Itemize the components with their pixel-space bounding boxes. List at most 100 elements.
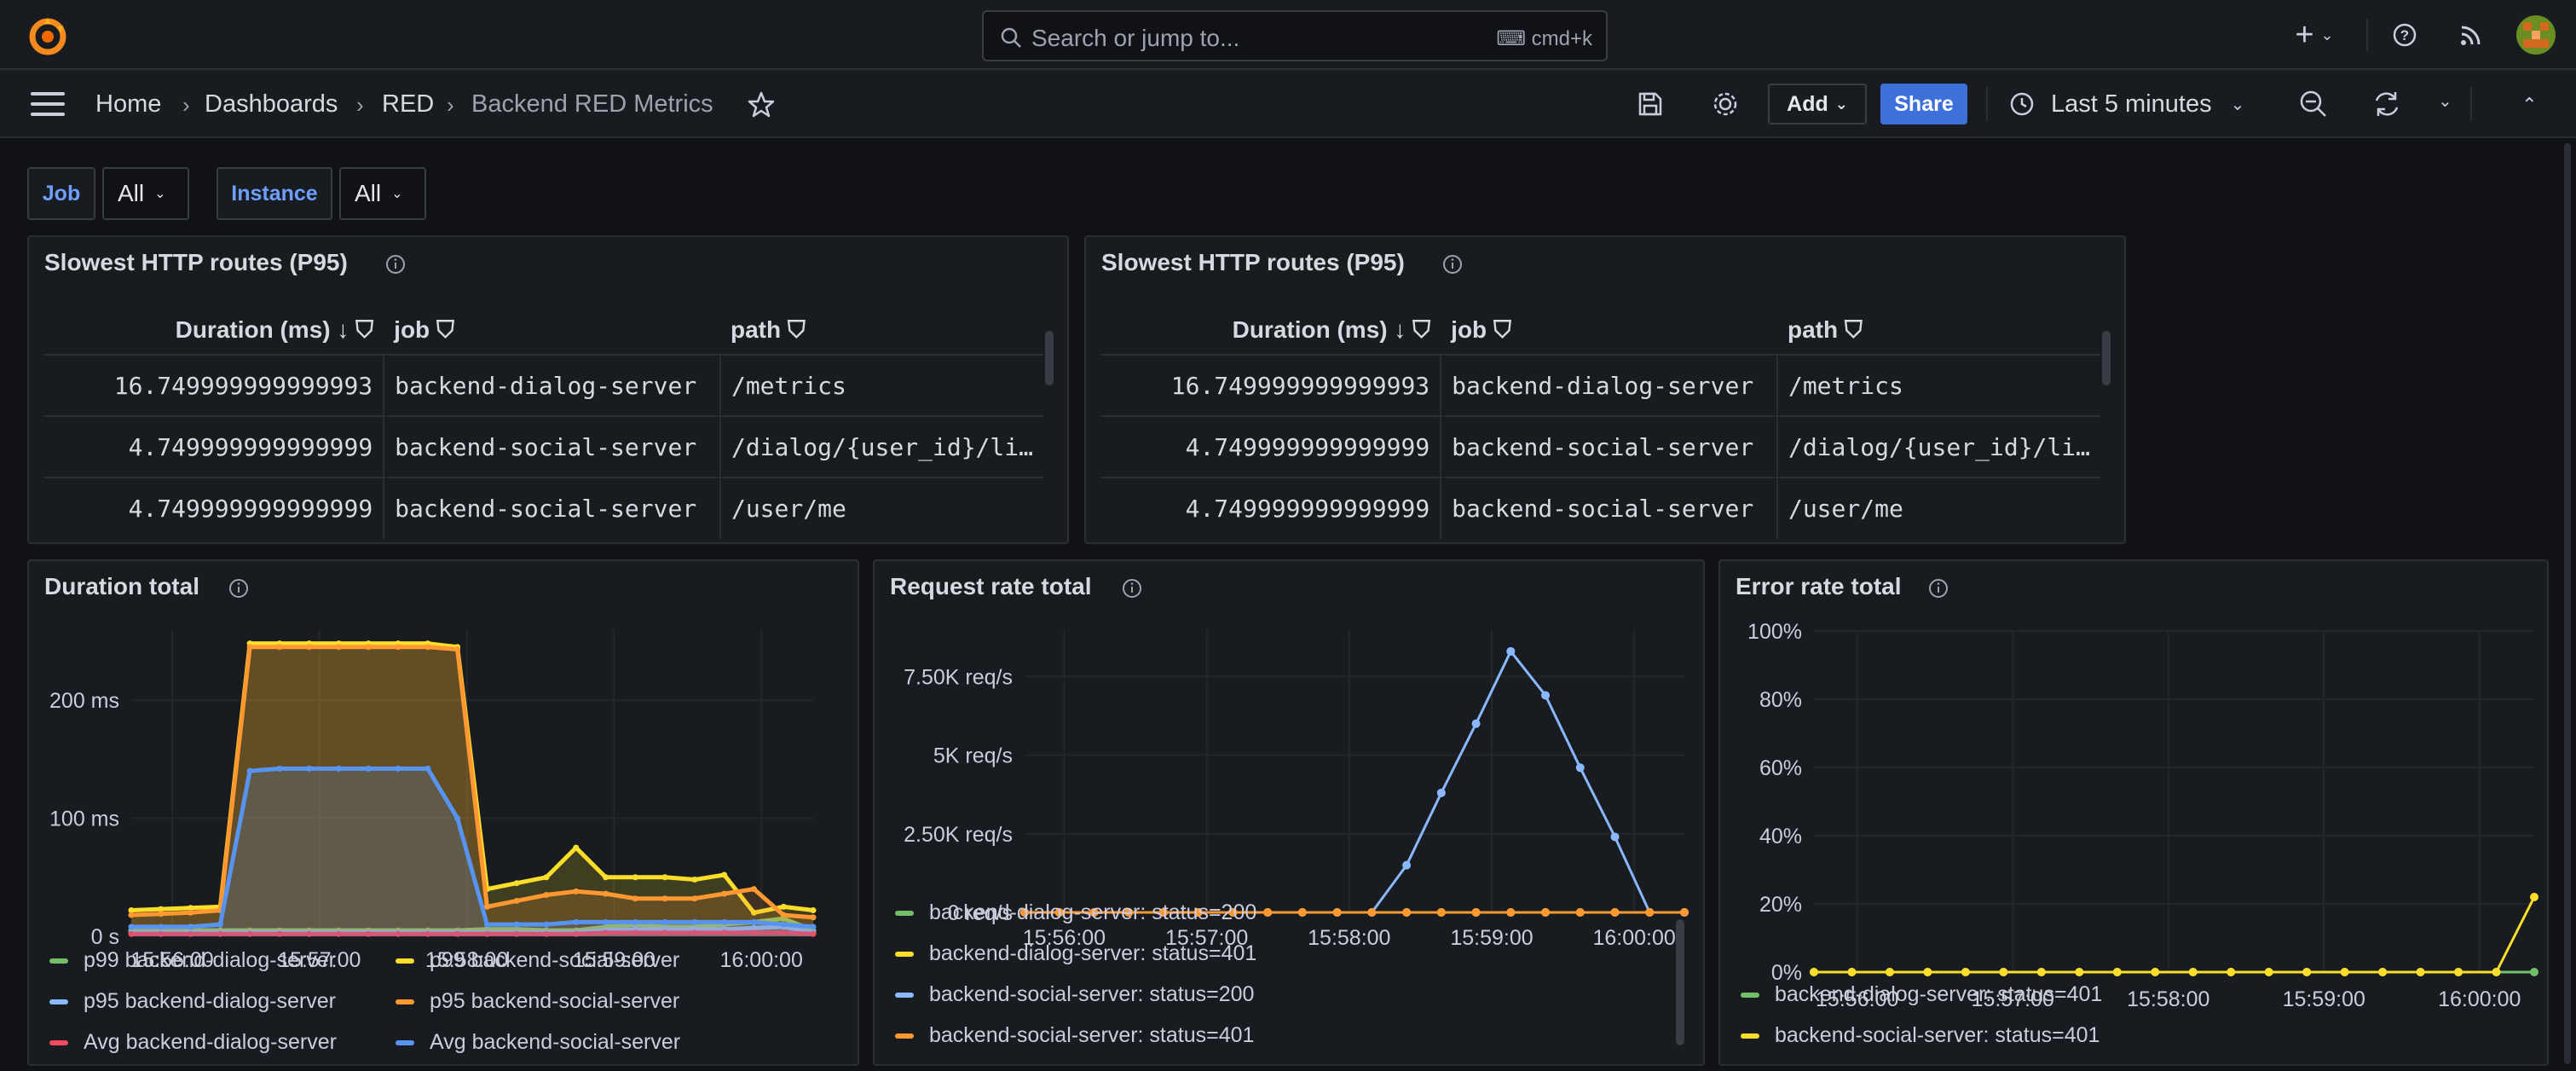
data-point — [2188, 968, 2198, 976]
legend-item[interactable]: p95 backend-social-server — [396, 989, 679, 1014]
filter-icon[interactable]: ⛉ — [1412, 316, 1430, 343]
time-range-picker[interactable]: Last 5 minutes ⌄ — [2008, 84, 2271, 124]
data-point — [1402, 860, 1412, 870]
rss-icon[interactable] — [2458, 24, 2482, 48]
panel-slowest-routes: Slowest HTTP routes (P95) Duration (ms) … — [1084, 235, 2126, 544]
panel-title: Duration total — [44, 573, 199, 599]
menu-icon[interactable] — [31, 90, 65, 118]
column-header-job[interactable]: job ⛉ — [384, 307, 720, 356]
legend-item[interactable]: backend-dialog-server: status=401 — [895, 941, 1256, 966]
breadcrumb-dashboards[interactable]: Dashboards — [205, 90, 338, 119]
info-icon[interactable] — [1122, 578, 1142, 599]
data-point — [1961, 968, 1970, 976]
legend-item[interactable]: backend-dialog-server: status=200 — [895, 900, 1256, 925]
data-point — [276, 765, 283, 772]
data-point — [454, 815, 461, 822]
error-rate-chart[interactable]: 0%20%40%60%80%100%15:56:00 15:57:00 15:58:… — [1720, 612, 2547, 1022]
panel-title: Slowest HTTP routes (P95) — [44, 249, 348, 275]
legend-item[interactable]: p95 backend-dialog-server — [49, 989, 336, 1014]
legend-item[interactable]: Avg backend-dialog-server — [49, 1030, 337, 1055]
table-cell: 4.749999999999999 — [1100, 478, 1442, 539]
data-point — [2112, 968, 2122, 976]
data-point — [543, 921, 550, 928]
table-cell: /user/me — [1788, 495, 1903, 523]
info-icon[interactable] — [385, 254, 406, 275]
variable-select-job[interactable]: All ⌄ — [102, 167, 189, 220]
table-cell: 4.749999999999999 — [1100, 416, 1442, 478]
data-point — [1471, 908, 1481, 917]
filter-icon[interactable]: ⛉ — [788, 316, 806, 343]
legend-label: p95 backend-dialog-server — [84, 989, 337, 1013]
data-point — [573, 888, 580, 894]
y-tick-label: 100% — [1747, 620, 1802, 644]
column-header-duration[interactable]: Duration (ms) ↓ ⛉ — [43, 307, 384, 356]
chevron-up-icon[interactable]: ⌄ — [2521, 92, 2537, 114]
breadcrumb-home[interactable]: Home — [95, 90, 161, 119]
variable-select-instance[interactable]: All ⌄ — [339, 167, 426, 220]
data-point — [365, 765, 372, 772]
scrollbar[interactable] — [1045, 331, 1054, 385]
gear-icon[interactable] — [1710, 89, 1741, 119]
legend-item[interactable]: backend-social-server: status=200 — [895, 982, 1254, 1007]
panel-slowest-routes: Slowest HTTP routes (P95) Duration (ms) … — [27, 235, 1069, 544]
table-row: 4.749999999999999 backend-social-server/u… — [1100, 478, 2100, 539]
avatar[interactable] — [2516, 15, 2556, 55]
data-point — [2227, 968, 2236, 976]
info-icon[interactable] — [1928, 578, 1949, 599]
info-icon[interactable] — [1442, 254, 1463, 275]
scrollbar[interactable] — [2102, 331, 2111, 385]
data-point — [1885, 968, 1894, 976]
legend-label: backend-social-server: status=401 — [929, 1023, 1255, 1047]
table-row: 16.749999999999993 backend-dialog-server /… — [43, 355, 1043, 417]
filter-icon[interactable]: ⛉ — [1845, 316, 1863, 343]
column-header-path[interactable]: path ⛉ — [1776, 307, 2100, 356]
search-input[interactable]: Search or jump to... ⌨ cmd+k — [982, 10, 1608, 61]
duration-chart[interactable]: 0 s100 ms200 ms15:56:00 15:57:00 15:58:00 1… — [29, 612, 858, 987]
clock-icon — [2010, 92, 2034, 116]
info-icon[interactable] — [228, 578, 249, 599]
data-point — [543, 892, 550, 899]
data-point — [691, 877, 698, 883]
new-menu-button[interactable]: + ⌄ — [2284, 17, 2344, 53]
legend-item[interactable]: p99 backend-social-server — [396, 948, 679, 973]
data-point — [632, 874, 638, 881]
filter-icon[interactable]: ⛉ — [436, 316, 454, 343]
y-tick-label: 0 s — [91, 925, 119, 949]
star-icon[interactable] — [747, 90, 776, 119]
filter-icon[interactable]: ⛉ — [355, 316, 373, 343]
breadcrumb-folder[interactable]: RED — [382, 90, 434, 119]
legend-label: backend-dialog-server: status=401 — [1775, 982, 2103, 1006]
data-point — [217, 921, 223, 928]
grafana-logo-icon[interactable] — [26, 14, 70, 58]
data-point — [2454, 968, 2463, 976]
scrollbar[interactable] — [1676, 919, 1684, 1045]
legend-label: backend-dialog-server: status=200 — [929, 900, 1257, 924]
column-header-job[interactable]: job ⛉ — [1441, 307, 1777, 356]
filter-icon[interactable]: ⛉ — [1493, 316, 1511, 343]
legend-item[interactable]: backend-social-server: status=401 — [895, 1023, 1254, 1048]
data-point — [1541, 908, 1551, 917]
data-point — [810, 914, 817, 921]
variable-value-instance: All — [355, 180, 382, 206]
refresh-icon[interactable] — [2371, 89, 2402, 119]
column-header-path[interactable]: path ⛉ — [719, 307, 1043, 356]
save-icon[interactable] — [1637, 90, 1664, 118]
legend-item[interactable]: backend-social-server: status=401 — [1741, 1023, 2099, 1048]
table-cell: backend-social-server — [1441, 416, 1778, 478]
variable-label-job: Job — [27, 167, 95, 220]
legend-item[interactable]: Avg backend-social-server — [396, 1030, 680, 1055]
breadcrumb-current: Backend RED Metrics — [471, 90, 713, 118]
keyboard-icon: ⌨ — [1496, 27, 1532, 50]
chevron-down-icon[interactable]: ⌄ — [2438, 90, 2452, 112]
add-button[interactable]: Add ⌄ — [1768, 84, 1867, 124]
data-point — [188, 909, 194, 916]
legend-item[interactable]: p99 backend-dialog-server — [49, 948, 336, 973]
column-header-duration[interactable]: Duration (ms) ↓ ⛉ — [1100, 307, 1441, 356]
zoom-out-icon[interactable] — [2298, 89, 2329, 119]
divider — [1986, 87, 1988, 121]
column-header-label: job — [394, 316, 430, 343]
page-scrollbar[interactable] — [2564, 143, 2571, 1064]
share-button[interactable]: Share — [1880, 84, 1967, 124]
help-icon[interactable]: ? — [2392, 22, 2417, 48]
legend-item[interactable]: backend-dialog-server: status=401 — [1741, 982, 2102, 1007]
